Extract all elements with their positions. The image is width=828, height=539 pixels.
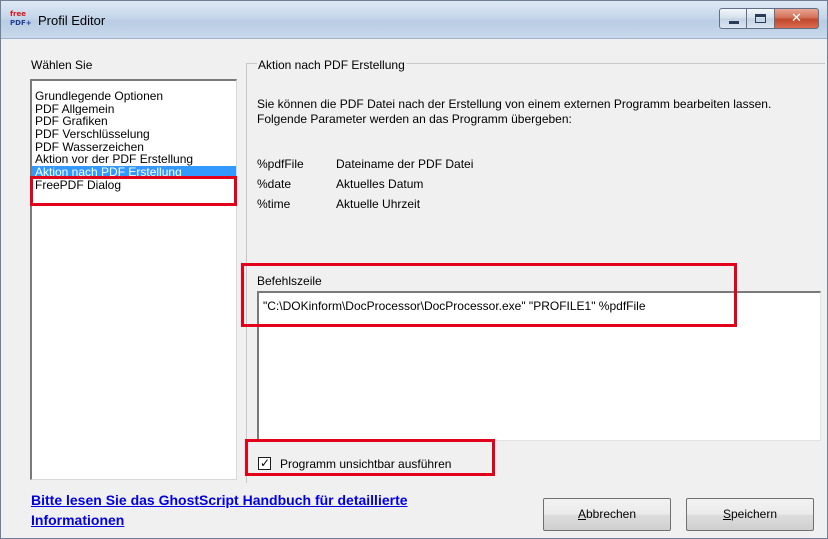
profil-editor-window: free PDF+ Profil Editor ✕ Wählen Sie Gru… — [0, 0, 828, 539]
cancel-label: bbrechen — [585, 507, 637, 521]
window-controls: ✕ — [719, 8, 819, 29]
minimize-button[interactable] — [719, 8, 747, 29]
cancel-button[interactable]: Abbrechen — [543, 498, 671, 531]
list-item-pdf-grafiken[interactable]: PDF Grafiken — [32, 115, 236, 128]
minimize-icon — [729, 21, 739, 24]
description-line-1: Sie können die PDF Datei nach der Erstel… — [257, 97, 772, 111]
window-title: Profil Editor — [38, 13, 106, 28]
param-name: %time — [257, 197, 291, 211]
highlight-box-selected-item — [30, 176, 237, 206]
link-line-2: Informationen — [31, 512, 125, 528]
highlight-box-command-line — [241, 263, 737, 327]
list-item-aktion-vor-pdf-erstellung[interactable]: Aktion vor der PDF Erstellung — [32, 153, 236, 166]
param-description: Aktuelle Uhrzeit — [336, 197, 421, 211]
app-icon-top-text: free — [10, 10, 26, 18]
freepdf-app-icon: free PDF+ — [10, 10, 34, 29]
ghostscript-manual-link[interactable]: Bitte lesen Sie das GhostScript Handbuch… — [31, 490, 521, 530]
title-bar[interactable]: free PDF+ Profil Editor ✕ — [1, 1, 827, 39]
save-button[interactable]: Speichern — [686, 498, 814, 531]
list-item-pdf-allgemein[interactable]: PDF Allgemein — [32, 103, 236, 116]
param-description: Aktuelles Datum — [336, 177, 424, 191]
param-name: %pdfFile — [257, 157, 304, 171]
param-name: %date — [257, 177, 292, 191]
cancel-accelerator: A — [577, 507, 586, 521]
param-description: Dateiname der PDF Datei — [336, 157, 474, 171]
maximize-icon — [755, 14, 766, 23]
save-label: peichern — [730, 507, 778, 521]
close-button[interactable]: ✕ — [775, 8, 819, 29]
highlight-box-checkbox — [245, 439, 495, 476]
maximize-button[interactable] — [747, 8, 775, 29]
link-line-1: Bitte lesen Sie das GhostScript Handbuch… — [31, 492, 408, 508]
save-accelerator: S — [722, 507, 731, 521]
description-line-2: Folgende Parameter werden an das Program… — [257, 112, 572, 126]
category-listbox[interactable]: Grundlegende Optionen PDF Allgemein PDF … — [30, 79, 237, 480]
app-icon-bottom-text: PDF+ — [10, 19, 32, 27]
list-item-pdf-verschluesselung[interactable]: PDF Verschlüsselung — [32, 128, 236, 141]
close-icon: ✕ — [791, 11, 802, 26]
list-item-grundlegende-optionen[interactable]: Grundlegende Optionen — [32, 90, 236, 103]
group-title: Aktion nach PDF Erstellung — [257, 58, 406, 72]
list-item-pdf-wasserzeichen[interactable]: PDF Wasserzeichen — [32, 141, 236, 154]
sidebar-heading: Wählen Sie — [31, 58, 93, 72]
